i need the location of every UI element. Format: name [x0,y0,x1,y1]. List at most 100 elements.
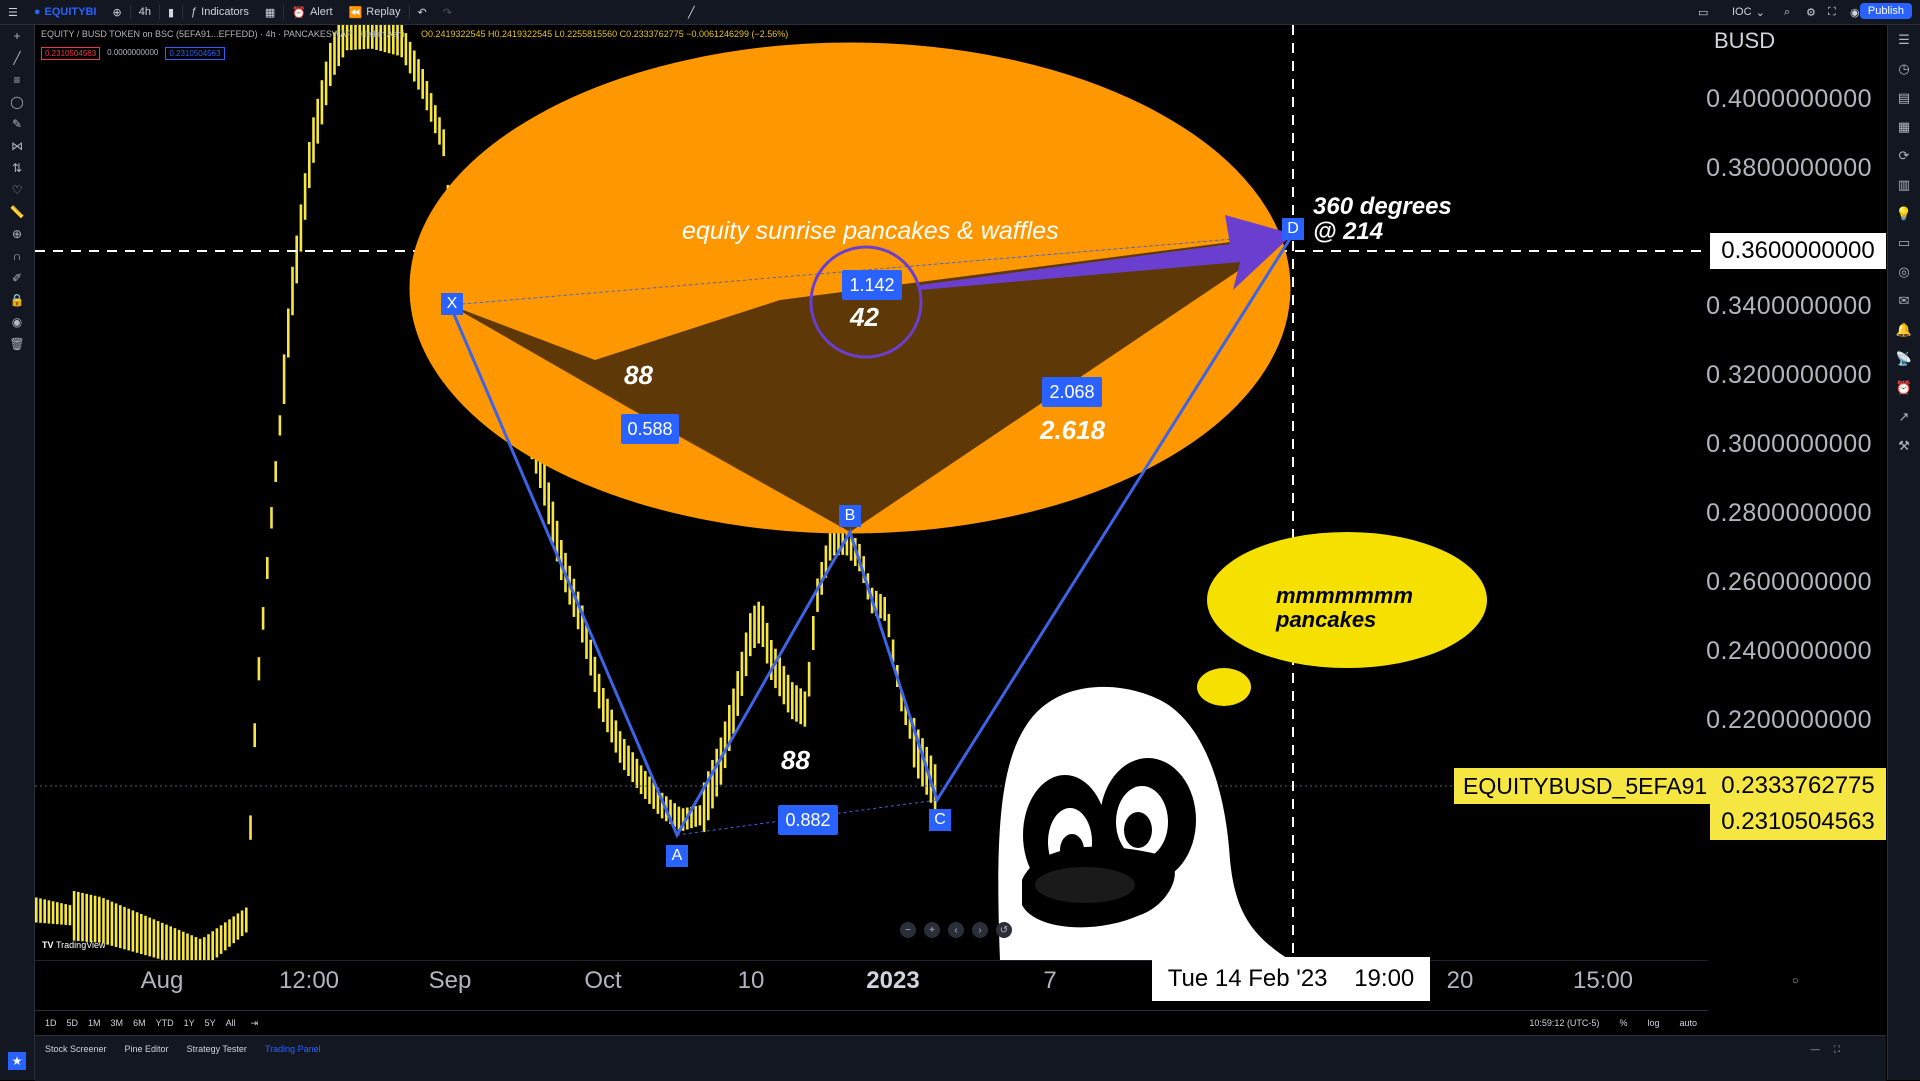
stream-icon[interactable]: ◎ [1888,257,1920,286]
lightbulb-icon[interactable]: 💡 [1888,199,1920,228]
range-button-1y[interactable]: 1Y [184,1018,195,1028]
bottom-tab-strategy-tester[interactable]: Strategy Tester [187,1044,247,1054]
trend-icon[interactable]: ↗ [1888,402,1920,431]
go-to-date-icon[interactable]: ⇥ [251,1018,259,1029]
candle [786,674,790,713]
zoom-in-icon[interactable]: + [924,922,940,938]
trendline-tool-icon[interactable]: ╱ [0,47,34,69]
bottom-tab-pine-editor[interactable]: Pine Editor [125,1044,169,1054]
chevron-down-icon: ⌄ [1755,6,1765,19]
range-button-1m[interactable]: 1M [88,1018,101,1028]
notifications-icon[interactable]: 🔔 [1888,315,1920,344]
clock-label[interactable]: 10:59:12 (UTC-5) [1529,1018,1599,1028]
refresh-icon[interactable]: ⟳ [1888,141,1920,170]
redo-button[interactable]: ↷ [435,0,460,24]
calendar-icon[interactable]: ▦ [1888,112,1920,141]
drawing-tool-button[interactable]: ╱ [680,0,703,24]
table-icon[interactable]: ▥ [1888,170,1920,199]
zoom-out-icon[interactable]: − [900,922,916,938]
pattern-tool-icon[interactable]: ⋈ [0,135,34,157]
eye-icon[interactable]: ◉ [0,311,34,333]
alerts-icon[interactable]: ⏰ [1888,373,1920,402]
templates-button[interactable]: ▦ [257,0,283,24]
point-c-label[interactable]: C [929,809,951,831]
pencil-lock-icon[interactable]: ✐ [0,267,34,289]
candle [135,912,139,953]
point-x-label[interactable]: X [441,293,463,315]
ratio-label-xd[interactable]: 1.142 [842,270,902,300]
point-b-label[interactable]: B [839,505,861,527]
maximize-icon[interactable]: ⛶ [1834,1044,1840,1055]
axis-settings-icon[interactable]: ○ [1792,975,1799,987]
indicators-icon: ƒ [191,6,198,18]
crosshair-icon[interactable]: + [0,25,34,47]
lock-icon[interactable]: 🔒 [0,289,34,311]
zoom-icon[interactable]: ⊕ [0,223,34,245]
shape-tool-icon[interactable]: ◯ [0,91,34,113]
brush-tool-icon[interactable]: ✎ [0,113,34,135]
point-d-label[interactable]: D [1282,218,1304,240]
messages-icon[interactable]: ✉ [1888,286,1920,315]
publish-button[interactable]: Publish [1859,3,1912,19]
ratio-label-ac[interactable]: 0.882 [778,805,838,835]
point-a-label[interactable]: A [666,845,688,867]
symbol-search-button[interactable]: ● EQUITYBI [26,0,105,24]
scroll-right-icon[interactable]: › [972,922,988,938]
candle [635,758,639,788]
candle [295,235,298,284]
watchlist-icon[interactable]: ☰ [1888,25,1920,54]
fullscreen-button[interactable]: ⛶ [1820,0,1844,24]
main-menu-button[interactable]: ☰ [0,0,26,24]
crosshair-price-label: 0.3600000000 [1710,233,1886,269]
candle [110,901,114,946]
range-button-6m[interactable]: 6M [133,1018,146,1028]
replay-button[interactable]: ⏪ Replay [341,0,409,24]
candle [413,50,416,82]
bottom-panel: Stock Screener Pine Editor Strategy Tester… [35,1035,1886,1081]
star-icon[interactable]: ★ [8,1052,26,1070]
broadcast-icon[interactable]: 📡 [1888,344,1920,373]
layout-button[interactable]: ▭ [1690,0,1716,24]
ruler-icon[interactable]: 📏 [0,201,34,223]
range-button-5y[interactable]: 5Y [205,1018,216,1028]
range-button-all[interactable]: All [226,1018,236,1028]
bottom-tab-trading-panel[interactable]: Trading Panel [265,1044,321,1054]
minimize-icon[interactable]: — [1811,1044,1820,1055]
ratio-label-bd[interactable]: 2.068 [1042,377,1102,407]
tools-icon[interactable]: ⚒ [1888,431,1920,460]
chart-canvas[interactable] [35,25,1708,960]
interval-button[interactable]: 4h [131,0,159,24]
range-button-1d[interactable]: 1D [45,1018,57,1028]
range-button-3m[interactable]: 3M [111,1018,124,1028]
search-button[interactable]: ⌕ [1776,0,1798,24]
trash-icon[interactable]: 🗑 [0,333,34,355]
auto-toggle[interactable]: auto [1679,1018,1697,1028]
range-button-ytd[interactable]: YTD [156,1018,174,1028]
bottom-tab-stock-screener[interactable]: Stock Screener [45,1044,107,1054]
indicators-button[interactable]: ƒ Indicators [183,0,257,24]
chart-type-button[interactable]: ▮ [160,0,182,24]
heart-icon[interactable]: ♡ [0,179,34,201]
ioc-dropdown[interactable]: IOC ⌄ [1724,0,1773,24]
ratio-label-xb[interactable]: 0.588 [621,414,679,444]
range-button-5d[interactable]: 5D [67,1018,79,1028]
scroll-left-icon[interactable]: ‹ [948,922,964,938]
undo-button[interactable]: ↶ [410,0,435,24]
clock-icon[interactable]: ◷ [1888,54,1920,83]
percent-toggle[interactable]: % [1619,1018,1627,1028]
compare-button[interactable]: ⊕ [104,0,129,24]
magnet-icon[interactable]: ∩ [0,245,34,267]
forecast-tool-icon[interactable]: ⇅ [0,157,34,179]
news-icon[interactable]: ▤ [1888,83,1920,112]
alert-button[interactable]: ⏰ Alert [284,0,340,24]
range-bar: 1D 5D 1M 3M 6M YTD 1Y 5Y All ⇥ 10:59:12 (UTC-5) %… [35,1010,1708,1035]
candle [438,117,441,145]
price-tick-label: 0.2400000000 [1706,637,1872,665]
time-axis[interactable]: Aug 12:00 Sep Oct 10 2023 7 20 15:00 [35,960,1708,1001]
chat-icon[interactable]: ▭ [1888,228,1920,257]
reset-icon[interactable]: ↺ [996,922,1012,938]
candle [131,910,135,952]
candle [43,899,46,924]
fib-tool-icon[interactable]: ≡ [0,69,34,91]
log-toggle[interactable]: log [1647,1018,1659,1028]
